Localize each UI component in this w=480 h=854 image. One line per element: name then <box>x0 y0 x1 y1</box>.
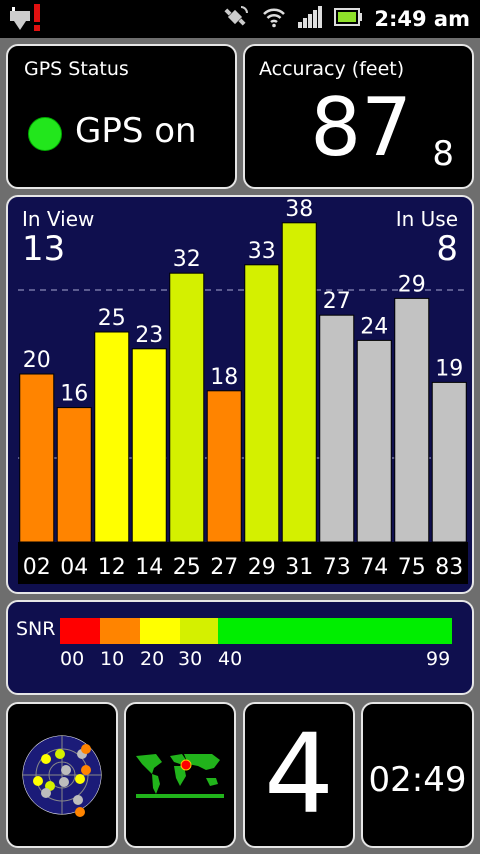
satellite-id-83: 83 <box>435 555 463 580</box>
status-bar: 2:49 am <box>0 0 480 38</box>
snr-segment-40-99 <box>218 618 452 644</box>
in-view-count: 13 <box>22 229 66 269</box>
bar-31 <box>281 222 317 543</box>
snr-segment-10-20 <box>100 618 140 644</box>
bar-value-74: 24 <box>360 314 388 339</box>
bar-12 <box>94 331 130 543</box>
in-use-label: In Use <box>395 207 458 231</box>
snr-tick-40: 40 <box>218 648 243 670</box>
usb-debug-warning-icon <box>10 4 46 38</box>
bar-value-73: 27 <box>323 289 351 314</box>
in-view-label: In View <box>22 207 95 231</box>
satellite-id-25: 25 <box>173 555 201 580</box>
accuracy-panel[interactable]: Accuracy (feet) 87 8 <box>243 44 474 189</box>
bar-04 <box>56 407 92 543</box>
satellite-id-73: 73 <box>323 555 351 580</box>
gps-icon <box>224 4 250 34</box>
accuracy-decimal: 8 <box>432 134 454 174</box>
bar-value-14: 23 <box>135 323 163 348</box>
bar-value-31: 38 <box>285 197 313 222</box>
clock-display: 02:49 <box>368 760 467 800</box>
gps-status-title: GPS Status <box>24 58 129 80</box>
snr-tick-00: 00 <box>60 648 85 670</box>
gps-state-text: GPS on <box>75 111 197 151</box>
bar-74 <box>356 339 392 543</box>
satellite-id-27: 27 <box>210 555 238 580</box>
satellite-id-75: 75 <box>398 555 426 580</box>
bar-value-83: 19 <box>435 356 463 381</box>
bar-02 <box>19 373 55 543</box>
satellite-panel[interactable]: 20 02 16 04 25 12 23 14 32 25 18 27 33 29 38 31 27 73 24 74… <box>6 195 474 594</box>
bar-29 <box>244 264 280 543</box>
bar-73 <box>319 314 355 543</box>
snr-segment-0-10 <box>60 618 100 644</box>
snr-tick-20: 20 <box>140 648 165 670</box>
bar-value-25: 32 <box>173 247 201 272</box>
satellite-id-04: 04 <box>60 555 88 580</box>
bar-value-02: 20 <box>23 348 51 373</box>
bar-27 <box>206 390 242 543</box>
bar-value-27: 18 <box>210 365 238 390</box>
bar-25 <box>169 272 205 543</box>
accuracy-value: 87 <box>310 81 412 174</box>
sky-view-button[interactable] <box>6 702 118 848</box>
accuracy-title: Accuracy (feet) <box>259 58 405 80</box>
status-time: 2:49 am <box>374 7 470 31</box>
snr-legend-panel: SNR 00 10 20 30 40 99 <box>6 600 474 695</box>
bar-83 <box>431 381 467 543</box>
sky-plot-icon <box>21 734 103 817</box>
snr-tick-30: 30 <box>178 648 203 670</box>
big-number-display: 4 <box>264 710 334 838</box>
satellite-id-02: 02 <box>23 555 51 580</box>
bar-75 <box>394 297 430 543</box>
world-map-button[interactable] <box>124 702 236 848</box>
snr-tick-10: 10 <box>100 648 125 670</box>
signal-icon <box>298 6 323 32</box>
battery-icon <box>334 7 363 31</box>
satellite-id-31: 31 <box>285 555 313 580</box>
snr-segment-20-30 <box>140 618 180 644</box>
in-use-count: 8 <box>436 229 458 269</box>
clock-button[interactable]: 02:49 <box>361 702 474 848</box>
wifi-icon <box>262 6 286 32</box>
gps-status-panel[interactable]: GPS Status GPS on <box>6 44 237 189</box>
satellite-id-29: 29 <box>248 555 276 580</box>
satellite-number-button[interactable]: 4 <box>243 702 355 848</box>
snr-tick-99: 99 <box>426 648 451 670</box>
bar-value-04: 16 <box>60 382 88 407</box>
bar-value-12: 25 <box>98 306 126 331</box>
snr-label: SNR <box>16 618 56 640</box>
satellite-id-12: 12 <box>98 555 126 580</box>
world-map-icon <box>135 752 225 798</box>
bar-14 <box>131 348 167 543</box>
satellite-signal-chart: 20 02 16 04 25 12 23 14 32 25 18 27 33 29 38 31 27 73 24 74… <box>18 197 468 584</box>
snr-color-scale <box>60 618 452 644</box>
snr-segment-30-40 <box>180 618 218 644</box>
bar-value-75: 29 <box>398 272 426 297</box>
gps-on-indicator-icon <box>28 117 62 151</box>
satellite-id-14: 14 <box>135 555 163 580</box>
satellite-id-74: 74 <box>360 555 388 580</box>
bar-value-29: 33 <box>248 239 276 264</box>
